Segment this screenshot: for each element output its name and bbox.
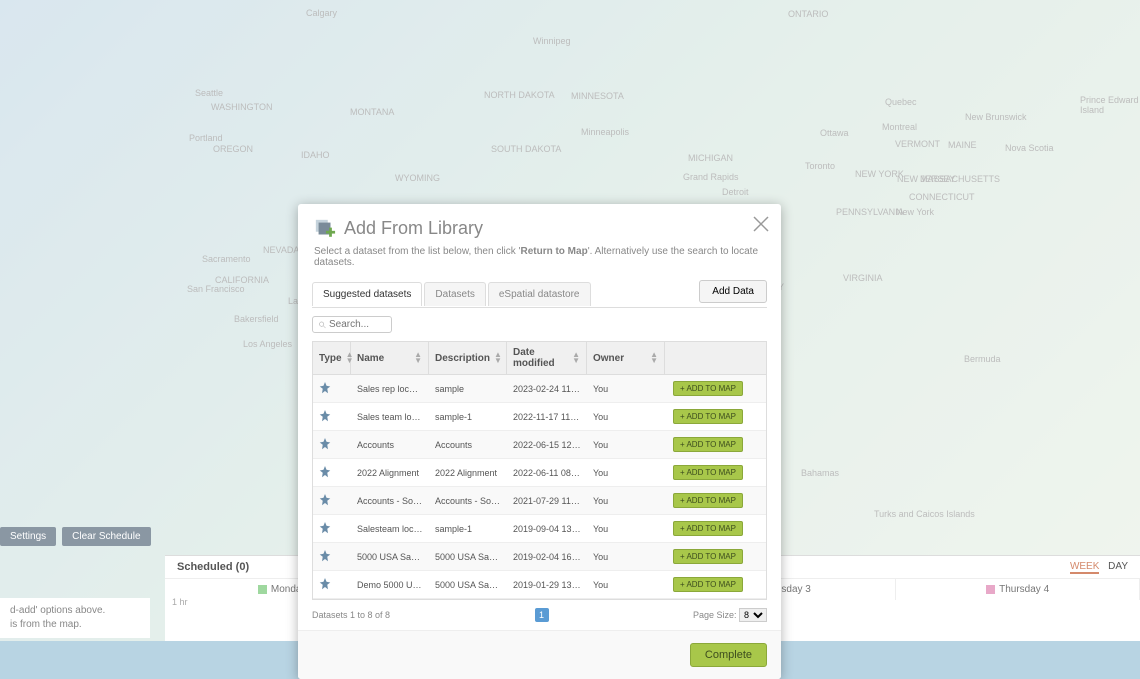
cell-date: 2019-01-29 13:53:02	[507, 576, 587, 594]
add-to-map-button[interactable]: + ADD TO MAP	[673, 521, 743, 536]
day-column: Thursday 4	[896, 579, 1140, 600]
cell-desc: 5000 USA Sample A...	[429, 548, 507, 566]
cell-name: Accounts	[351, 436, 429, 454]
cell-date: 2021-07-29 11:56:52	[507, 492, 587, 510]
sidebar-hint: d-add' options above. is from the map.	[0, 598, 150, 638]
cell-date: 2023-02-24 11:46:57	[507, 380, 587, 398]
search-icon	[319, 320, 326, 330]
cell-owner: You	[587, 408, 665, 426]
tab-suggested[interactable]: Suggested datasets	[312, 282, 422, 306]
tab-datasets[interactable]: Datasets	[424, 282, 485, 306]
add-data-button[interactable]: Add Data	[699, 280, 767, 303]
cell-date: 2022-06-15 12:22:49	[507, 436, 587, 454]
cell-desc: 5000 USA Sample A...	[429, 576, 507, 594]
add-from-library-modal: Add From Library Select a dataset from t…	[298, 204, 781, 679]
pin-icon	[313, 434, 351, 456]
cell-desc: sample-1	[429, 408, 507, 426]
cell-date: 2019-02-04 16:18:43	[507, 548, 587, 566]
add-to-map-button[interactable]: + ADD TO MAP	[673, 493, 743, 508]
cell-date: 2022-06-11 08:07:21	[507, 464, 587, 482]
th-description[interactable]: Description▲▼	[429, 342, 507, 374]
add-to-map-button[interactable]: + ADD TO MAP	[673, 409, 743, 424]
table-row[interactable]: Demo 5000 USA Sa...5000 USA Sample A...2…	[313, 571, 766, 599]
cell-name: 5000 USA Sample A...	[351, 548, 429, 566]
complete-button[interactable]: Complete	[690, 643, 767, 667]
pin-icon	[313, 490, 351, 512]
page-size-select[interactable]: 8	[739, 608, 767, 622]
library-plus-icon	[314, 218, 336, 240]
cell-desc: sample-1	[429, 520, 507, 538]
close-icon[interactable]	[751, 214, 771, 234]
cell-owner: You	[587, 380, 665, 398]
search-input[interactable]	[329, 319, 385, 330]
table-row[interactable]: 5000 USA Sample A...5000 USA Sample A...…	[313, 543, 766, 571]
search-box[interactable]	[312, 316, 392, 333]
week-view[interactable]: WEEK	[1070, 561, 1099, 574]
add-to-map-button[interactable]: + ADD TO MAP	[673, 465, 743, 480]
hour-label: 1 hr	[168, 595, 192, 609]
pin-icon	[313, 462, 351, 484]
th-name[interactable]: Name▲▼	[351, 342, 429, 374]
pager-info: Datasets 1 to 8 of 8	[312, 610, 390, 620]
cell-desc: 2022 Alignment	[429, 464, 507, 482]
cell-owner: You	[587, 436, 665, 454]
table-row[interactable]: 2022 Alignment2022 Alignment2022-06-11 0…	[313, 459, 766, 487]
table-row[interactable]: Sales team locationssample-12022-11-17 1…	[313, 403, 766, 431]
cell-date: 2022-11-17 11:26:06	[507, 408, 587, 426]
modal-subtitle: Select a dataset from the list below, th…	[298, 246, 781, 276]
cell-name: Accounts - South	[351, 492, 429, 510]
table-row[interactable]: Salesteam locationssample-12019-09-04 13…	[313, 515, 766, 543]
view-toggle: WEEK DAY	[1064, 561, 1128, 573]
pin-icon	[313, 546, 351, 568]
clear-schedule-button[interactable]: Clear Schedule	[62, 527, 150, 546]
pin-icon	[313, 406, 351, 428]
cell-name: Salesteam locations	[351, 520, 429, 538]
scheduled-title: Scheduled (0)	[177, 561, 249, 573]
modal-title: Add From Library	[344, 218, 483, 239]
add-to-map-button[interactable]: + ADD TO MAP	[673, 381, 743, 396]
cell-name: Demo 5000 USA Sa...	[351, 576, 429, 594]
day-view[interactable]: DAY	[1108, 561, 1128, 572]
cell-name: Sales rep locations	[351, 380, 429, 398]
tab-espatial[interactable]: eSpatial datastore	[488, 282, 591, 306]
pin-icon	[313, 518, 351, 540]
cell-name: 2022 Alignment	[351, 464, 429, 482]
cell-owner: You	[587, 576, 665, 594]
add-to-map-button[interactable]: + ADD TO MAP	[673, 577, 743, 592]
cell-owner: You	[587, 548, 665, 566]
page-1[interactable]: 1	[535, 608, 549, 622]
settings-button[interactable]: Settings	[0, 527, 56, 546]
pin-icon	[313, 378, 351, 400]
cell-desc: Accounts - South	[429, 492, 507, 510]
cell-owner: You	[587, 520, 665, 538]
table-row[interactable]: Sales rep locationssample2023-02-24 11:4…	[313, 375, 766, 403]
th-owner[interactable]: Owner▲▼	[587, 342, 665, 374]
table-row[interactable]: AccountsAccounts2022-06-15 12:22:49You+ …	[313, 431, 766, 459]
th-date[interactable]: Date modified▲▼	[507, 342, 587, 374]
cell-desc: Accounts	[429, 436, 507, 454]
add-to-map-button[interactable]: + ADD TO MAP	[673, 437, 743, 452]
cell-owner: You	[587, 464, 665, 482]
cell-date: 2019-09-04 13:39:19	[507, 520, 587, 538]
cell-owner: You	[587, 492, 665, 510]
cell-name: Sales team locations	[351, 408, 429, 426]
add-to-map-button[interactable]: + ADD TO MAP	[673, 549, 743, 564]
th-type[interactable]: Type▲▼	[313, 342, 351, 374]
table-row[interactable]: Accounts - SouthAccounts - South2021-07-…	[313, 487, 766, 515]
pin-icon	[313, 574, 351, 596]
datasets-table: Type▲▼ Name▲▼ Description▲▼ Date modifie…	[312, 341, 767, 600]
cell-desc: sample	[429, 380, 507, 398]
page-size: Page Size: 8	[693, 608, 767, 622]
